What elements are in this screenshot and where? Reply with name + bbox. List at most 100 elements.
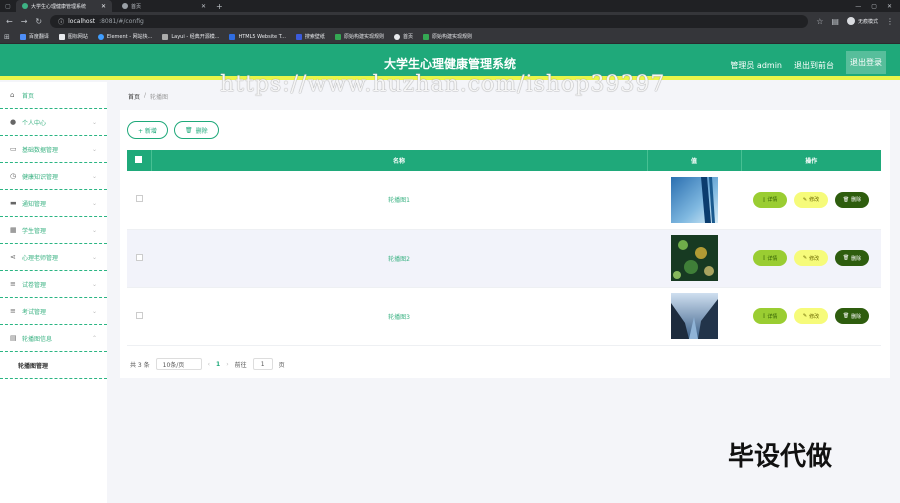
back-icon[interactable]: ← — [6, 17, 13, 26]
bookmarks-bar: ⊞ 百度翻译 图标网站 Element - 网站快... Layui - 经典开… — [0, 30, 900, 44]
detail-button[interactable]: ▯ 详情 — [753, 250, 787, 266]
address-bar: ← → ↻ ⓘ localhost:8081/#/config ☆ ▤ 无痕模式… — [0, 12, 900, 30]
sidebar-subitem-carousel-manage[interactable]: 轮播图管理 — [0, 352, 107, 379]
reload-icon[interactable]: ↻ — [35, 17, 42, 26]
carousel-image-thumbnail[interactable] — [670, 235, 718, 281]
select-all-cell — [127, 150, 152, 171]
bookmark-item[interactable]: 原始构建实现规则 — [422, 33, 472, 40]
minimize-icon[interactable]: — — [855, 3, 861, 10]
sidebar-item-papers[interactable]: ≡ 试卷管理 ⌄ — [0, 271, 107, 298]
sidebar: ⌂ 首页 ● 个人中心 ⌄ ▭ 基础数据管理 ⌄ ◷ 健康知识管理 ⌄ ▬ 通知管理 ⌄ ▦ 学生管… — [0, 82, 107, 503]
chevron-down-icon: ⌄ — [91, 172, 97, 180]
extensions-icon[interactable]: ▤ — [831, 17, 839, 26]
bookmark-label: 原始构建实现规则 — [431, 34, 472, 40]
forward-icon[interactable]: → — [21, 17, 28, 26]
detail-button[interactable]: ▯ 详情 — [753, 308, 787, 324]
close-tab-icon[interactable]: ✕ — [201, 3, 206, 10]
bookmark-item[interactable]: 搜索壁纸 — [295, 33, 325, 40]
apps-icon[interactable]: ⊞ — [4, 33, 10, 41]
edit-label: 修改 — [809, 313, 820, 320]
header-actions: 管理员 admin 退出到前台 退出登录 — [730, 51, 886, 74]
bookmark-label: 搜索壁纸 — [304, 34, 325, 40]
row-checkbox[interactable] — [135, 311, 143, 319]
row-actions-cell: ▯ 详情 ✎ 修改 🗑 删除 — [741, 229, 881, 287]
carousel-table: 名称 值 操作 轮播图1 ▯ 详情 ✎ 修改 🗑 删除 轮播图2 ▯ 详情 ✎ … — [127, 150, 881, 346]
bookmark-item[interactable]: Layui - 经典开源模... — [162, 33, 219, 40]
row-image-cell — [647, 287, 741, 345]
breadcrumb: 首页 / 轮播图 — [128, 92, 168, 101]
url-path: :8081/#/config — [99, 17, 144, 25]
sidebar-item-carousel[interactable]: ▤ 轮播图信息 ⌃ — [0, 325, 107, 352]
url-host: localhost — [68, 17, 96, 25]
row-name-cell: 轮播图3 — [388, 313, 410, 321]
url-input[interactable]: ⓘ localhost:8081/#/config — [50, 14, 809, 28]
sidebar-item-home[interactable]: ⌂ 首页 — [0, 82, 107, 109]
sidebar-item-label: 试卷管理 — [22, 281, 47, 289]
bookmark-favicon-icon — [295, 33, 302, 40]
logout-link[interactable]: 退出登录 — [846, 51, 886, 74]
sidebar-item-personal[interactable]: ● 个人中心 ⌄ — [0, 109, 107, 136]
row-checkbox[interactable] — [135, 253, 143, 261]
bookmark-label: Element - 网站快... — [106, 34, 153, 40]
bookmark-star-icon[interactable]: ☆ — [816, 17, 823, 26]
close-window-icon[interactable]: ✕ — [887, 3, 892, 10]
bookmark-item[interactable]: 原始构建实现规则 — [334, 33, 384, 40]
window-controls: — ▢ ✕ — [855, 3, 900, 10]
carousel-image-thumbnail[interactable] — [670, 176, 718, 223]
breadcrumb-current: 轮播图 — [150, 94, 169, 101]
bookmark-item[interactable]: HTML5 Website T... — [229, 33, 286, 40]
goto-label: 前往 — [234, 361, 247, 369]
delete-label: 删除 — [851, 197, 862, 204]
detail-button[interactable]: ▯ 详情 — [753, 191, 787, 208]
delete-button[interactable]: 🗑 删除 — [835, 308, 869, 324]
sidebar-item-students[interactable]: ▦ 学生管理 ⌄ — [0, 217, 107, 244]
add-button[interactable]: + 新增 — [127, 121, 168, 139]
prev-page-button[interactable]: ‹ — [208, 361, 210, 368]
close-tab-icon[interactable]: ✕ — [101, 3, 106, 10]
page-size-select[interactable]: 10条/页 — [155, 358, 202, 370]
sidebar-item-exams[interactable]: ≡ 考试管理 ⌄ — [0, 298, 107, 325]
row-checkbox[interactable] — [135, 195, 143, 203]
detail-label: 详情 — [767, 313, 778, 320]
sidebar-item-notice[interactable]: ▬ 通知管理 ⌄ — [0, 190, 107, 217]
next-page-button[interactable]: › — [226, 361, 228, 368]
profile-button[interactable]: 无痕模式 — [846, 17, 878, 25]
breadcrumb-home[interactable]: 首页 — [128, 92, 140, 101]
bookmark-item[interactable]: 图标网站 — [58, 33, 88, 40]
bookmark-item[interactable]: 首页 — [393, 33, 413, 40]
window-menu-icon[interactable]: ▢ — [4, 3, 12, 10]
table-icon: ▤ — [10, 333, 17, 342]
doc-icon: ▯ — [762, 255, 766, 261]
bookmark-label: 百度翻译 — [28, 34, 49, 40]
bookmark-item[interactable]: 百度翻译 — [19, 33, 49, 40]
row-actions-cell: ▯ 详情 ✎ 修改 🗑 删除 — [741, 171, 881, 229]
new-tab-icon[interactable]: + — [216, 2, 223, 11]
grid-icon: ▦ — [10, 225, 17, 234]
sidebar-item-teachers[interactable]: ⋖ 心理老师管理 ⌄ — [0, 244, 107, 271]
goto-page-input[interactable]: 1 — [252, 358, 273, 370]
maximize-icon[interactable]: ▢ — [871, 3, 877, 10]
column-header-value[interactable]: 值 — [647, 150, 742, 171]
more-menu-icon[interactable]: ⋮ — [886, 17, 894, 26]
carousel-image-thumbnail[interactable] — [670, 293, 718, 339]
sidebar-item-basic-data[interactable]: ▭ 基础数据管理 ⌄ — [0, 136, 107, 163]
delete-button[interactable]: 🗑 删除 — [835, 250, 869, 266]
column-header-name[interactable]: 名称 — [151, 150, 648, 171]
folder-icon: ▬ — [10, 198, 17, 207]
table-header-row: 名称 值 操作 — [127, 150, 881, 171]
batch-delete-button[interactable]: 🗑 删除 — [173, 121, 219, 139]
edit-button[interactable]: ✎ 修改 — [794, 191, 828, 208]
edit-button[interactable]: ✎ 修改 — [794, 250, 828, 266]
bookmark-item[interactable]: Element - 网站快... — [97, 33, 153, 40]
browser-tab-active[interactable]: 大学生心理健康管理系统 ✕ — [16, 0, 112, 12]
browser-tab[interactable]: 首页 ✕ — [116, 0, 212, 12]
profile-label: 无痕模式 — [857, 18, 878, 25]
sidebar-item-health-knowledge[interactable]: ◷ 健康知识管理 ⌄ — [0, 163, 107, 190]
exit-to-frontend-link[interactable]: 退出到前台 — [794, 60, 834, 71]
pencil-icon: ✎ — [802, 313, 808, 319]
page-number-current[interactable]: 1 — [216, 361, 220, 368]
delete-button[interactable]: 🗑 删除 — [835, 191, 869, 208]
edit-button[interactable]: ✎ 修改 — [794, 308, 828, 324]
bookmark-favicon-icon — [393, 33, 400, 40]
select-all-checkbox[interactable] — [135, 156, 143, 163]
